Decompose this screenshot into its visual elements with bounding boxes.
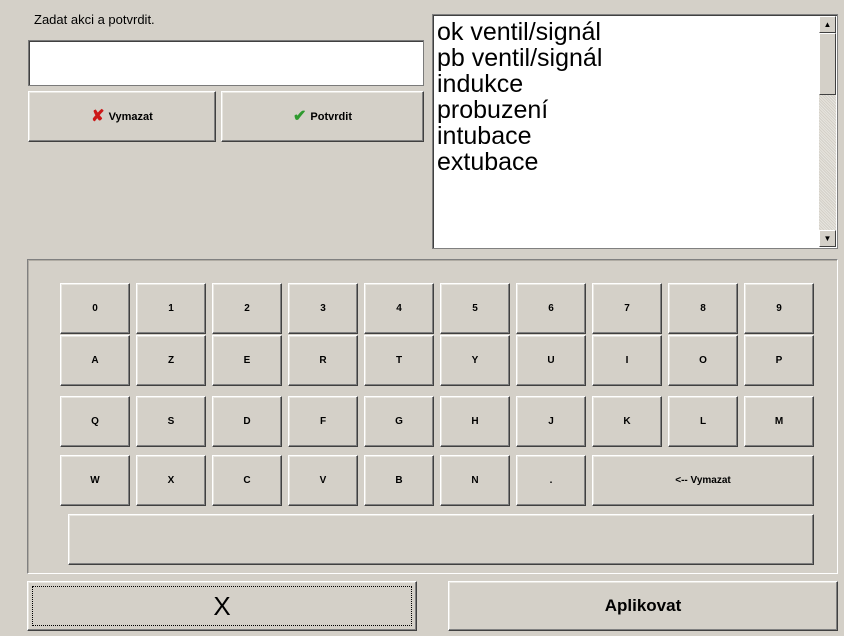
key-7[interactable]: 7 [592,283,662,334]
list-item[interactable]: probuzení [435,97,817,123]
apply-button[interactable]: Aplikovat [448,581,838,631]
key-v[interactable]: V [288,455,358,506]
key-i[interactable]: I [592,335,662,386]
key-d[interactable]: D [212,396,282,447]
clear-button[interactable]: ✘ Vymazat [28,91,216,142]
key-1[interactable]: 1 [136,283,206,334]
key-l[interactable]: L [668,396,738,447]
action-list[interactable]: ok ventil/signál pb ventil/signál indukc… [432,14,838,249]
key-u[interactable]: U [516,335,586,386]
key-g[interactable]: G [364,396,434,447]
close-button[interactable]: X [27,581,417,631]
key-4[interactable]: 4 [364,283,434,334]
key-m[interactable]: M [744,396,814,447]
scroll-down-arrow-icon[interactable]: ▼ [819,230,836,247]
key-2[interactable]: 2 [212,283,282,334]
key-q[interactable]: Q [60,396,130,447]
key-z[interactable]: Z [136,335,206,386]
key-9[interactable]: 9 [744,283,814,334]
key-n[interactable]: N [440,455,510,506]
key-s[interactable]: S [136,396,206,447]
key-k[interactable]: K [592,396,662,447]
backspace-key[interactable]: <-- Vymazat [592,455,814,506]
key-f[interactable]: F [288,396,358,447]
list-item[interactable]: pb ventil/signál [435,45,817,71]
key-e[interactable]: E [212,335,282,386]
key-0[interactable]: 0 [60,283,130,334]
key-8[interactable]: 8 [668,283,738,334]
key-r[interactable]: R [288,335,358,386]
list-item[interactable]: intubace [435,123,817,149]
confirm-button[interactable]: ✔ Potvrdit [221,91,424,142]
prompt-label: Zadat akci a potvrdit. [34,12,155,27]
key-w[interactable]: W [60,455,130,506]
key-x[interactable]: X [136,455,206,506]
key-j[interactable]: J [516,396,586,447]
scroll-up-arrow-icon[interactable]: ▲ [819,16,836,33]
confirm-button-label: Potvrdit [310,110,352,123]
key-p[interactable]: P [744,335,814,386]
clear-button-label: Vymazat [108,110,153,123]
key-c[interactable]: C [212,455,282,506]
scroll-thumb[interactable] [819,33,836,95]
list-item[interactable]: extubace [435,149,817,175]
action-list-items: ok ventil/signál pb ventil/signál indukc… [435,19,817,175]
list-item[interactable]: ok ventil/signál [435,19,817,45]
space-key[interactable] [68,514,814,565]
key-t[interactable]: T [364,335,434,386]
key-h[interactable]: H [440,396,510,447]
key-period[interactable]: . [516,455,586,506]
key-b[interactable]: B [364,455,434,506]
key-6[interactable]: 6 [516,283,586,334]
action-input[interactable] [28,40,424,86]
check-icon: ✔ [293,107,307,125]
key-y[interactable]: Y [440,335,510,386]
list-scrollbar[interactable]: ▲ ▼ [819,16,836,247]
key-a[interactable]: A [60,335,130,386]
x-icon: ✘ [91,107,105,125]
list-item[interactable]: indukce [435,71,817,97]
key-3[interactable]: 3 [288,283,358,334]
key-5[interactable]: 5 [440,283,510,334]
key-o[interactable]: O [668,335,738,386]
